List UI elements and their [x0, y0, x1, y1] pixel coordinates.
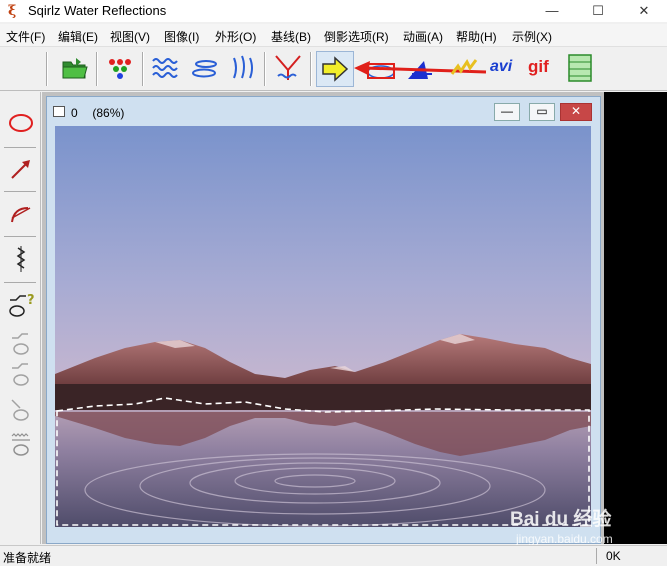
shape-question-icon: ? [9, 293, 35, 317]
zigzag-tool-button[interactable] [4, 242, 38, 276]
shape-tool-3-button[interactable] [4, 358, 38, 392]
avi-export-button[interactable]: avi [488, 52, 518, 84]
gif-export-button[interactable]: gif [526, 52, 556, 84]
image-canvas[interactable] [55, 126, 591, 527]
curve-icon [11, 207, 31, 223]
minimize-button[interactable]: — [529, 0, 575, 22]
toolbar-separator [96, 52, 98, 86]
toolbar: avi gif [0, 48, 667, 91]
title-bar: ξ Sqirlz Water Reflections — ☐ ✕ [0, 0, 667, 22]
apply-reflection-button[interactable] [316, 51, 354, 87]
mountain-lake-image [55, 126, 591, 527]
menu-help[interactable]: 帮助(H) [456, 28, 497, 45]
shape-waves-icon [11, 433, 30, 456]
baidu-watermark: Bai du 经验 jingyan.baidu.com [510, 507, 613, 546]
menu-image[interactable]: 图像(I) [164, 28, 199, 45]
avi-label: avi [490, 58, 513, 75]
menu-file[interactable]: 文件(F) [6, 28, 45, 45]
image-number: 0 [71, 106, 78, 120]
shape-hatch-icon [12, 363, 29, 386]
shape-tool-2-button[interactable] [4, 326, 38, 360]
child-minimize-button[interactable]: — [494, 103, 520, 121]
film-frames-icon [568, 54, 592, 82]
menu-animation[interactable]: 动画(A) [403, 28, 443, 45]
lightning-icon [450, 59, 478, 75]
menu-baseline[interactable]: 基线(B) [271, 28, 311, 45]
palette-separator [4, 282, 36, 283]
shape-tool-4-button[interactable] [4, 392, 38, 426]
baseline-y-icon [275, 55, 301, 80]
child-close-button[interactable]: ✕ [560, 103, 592, 121]
watermark-url: jingyan.baidu.com [515, 532, 613, 546]
menu-bar: 文件(F) 编辑(E) 视图(V) 图像(I) 外形(O) 基线(B) 倒影选项… [0, 24, 667, 47]
palette-separator [4, 236, 36, 237]
shape-arrow-icon [11, 399, 29, 421]
toolbar-separator [310, 52, 312, 86]
app-logo-icon: ξ [8, 3, 17, 19]
menu-edit[interactable]: 编辑(E) [58, 28, 98, 45]
toolbar-separator [46, 52, 48, 86]
baseline-tool-button[interactable] [272, 52, 304, 84]
open-folder-button[interactable] [58, 52, 90, 84]
child-maximize-button[interactable]: ▭ [529, 103, 555, 121]
svg-text:?: ? [27, 293, 35, 308]
tool-palette: ? [0, 92, 41, 544]
open-folder-icon [62, 58, 88, 79]
diagonal-arrow-icon [11, 160, 30, 179]
status-divider [596, 548, 597, 564]
waves-button[interactable] [150, 52, 182, 84]
toolbar-separator [264, 52, 266, 86]
colour-palette-icon [109, 59, 131, 79]
curve-tool-button[interactable] [4, 196, 38, 230]
palette-separator [4, 191, 36, 192]
ellipse-tool-button[interactable] [4, 106, 38, 140]
status-bar: 准备就绪 0K [0, 545, 667, 566]
frames-button[interactable] [564, 52, 596, 84]
status-text: 准备就绪 [3, 551, 52, 565]
gif-label: gif [528, 57, 549, 76]
menu-reflection-options[interactable]: 倒影选项(R) [324, 28, 389, 45]
ripples-button[interactable] [190, 52, 222, 84]
shape-tool-5-button[interactable] [4, 428, 38, 462]
arrow-tool-button[interactable] [4, 152, 38, 186]
zoom-level: (86%) [92, 106, 125, 120]
toolbar-separator [142, 52, 144, 86]
menu-view[interactable]: 视图(V) [110, 28, 150, 45]
palette-separator [4, 147, 36, 148]
watermark-brand: Bai du 经验 [510, 507, 612, 530]
ripples-icon [192, 60, 217, 78]
image-window-title: 0 (86%) [71, 106, 124, 120]
waves-icon [152, 58, 178, 78]
colour-dots-button[interactable] [104, 52, 136, 84]
rain-streaks-icon [233, 55, 253, 79]
status-memory: 0K [606, 549, 621, 563]
maximize-button[interactable]: ☐ [575, 0, 621, 22]
lightning-button[interactable] [448, 52, 480, 84]
shape-step-icon [12, 333, 29, 355]
menu-shape[interactable]: 外形(O) [215, 28, 256, 45]
zigzag-icon [16, 246, 26, 272]
menu-examples[interactable]: 示例(X) [512, 28, 552, 45]
window-title: Sqirlz Water Reflections [28, 3, 167, 18]
ellipse-icon [9, 114, 33, 132]
close-button[interactable]: ✕ [621, 0, 667, 22]
right-arrow-icon [322, 56, 349, 82]
help-shape-button[interactable]: ? [4, 288, 38, 322]
document-icon [53, 106, 65, 117]
rain-button[interactable] [228, 52, 260, 84]
